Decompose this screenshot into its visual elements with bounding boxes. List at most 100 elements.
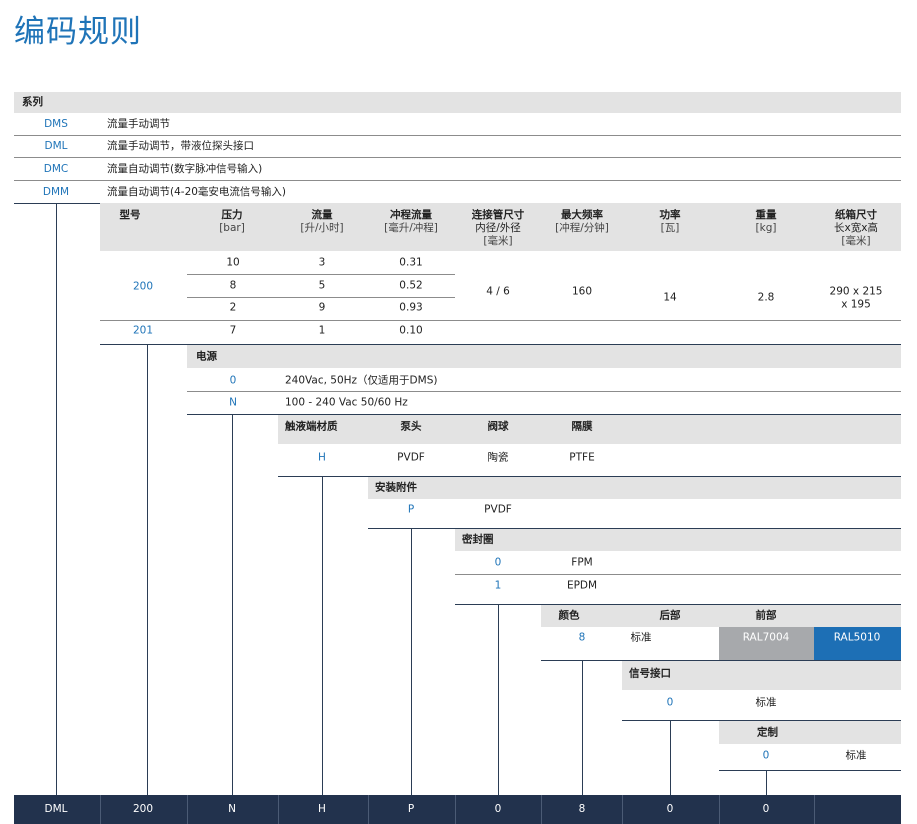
color-header-label: 颜色 bbox=[558, 609, 580, 622]
code-custom: 0 bbox=[762, 803, 770, 815]
seal-code: 0 bbox=[494, 556, 502, 569]
stroke-cell: 0.52 bbox=[399, 279, 423, 292]
flow-col-header: 流量 bbox=[311, 209, 333, 221]
stroke-col-header: 冲程流量 bbox=[390, 209, 432, 221]
connector-line bbox=[322, 476, 323, 795]
code-seal: 0 bbox=[494, 803, 502, 815]
flow-cell: 9 bbox=[318, 301, 326, 314]
pump-value: PVDF bbox=[397, 451, 425, 464]
signal-code: 0 bbox=[666, 696, 674, 709]
mounting-desc: PVDF bbox=[484, 503, 512, 516]
color-desc: 标准 bbox=[630, 631, 652, 644]
weight-col-header: 重量 bbox=[755, 209, 777, 221]
flow-col-unit: [升/小时] bbox=[300, 222, 344, 234]
weight-value: 2.8 bbox=[757, 291, 775, 304]
front-color-value: RAL5010 bbox=[833, 631, 881, 644]
carton-col-unit: [毫米] bbox=[841, 235, 871, 247]
code-power: N bbox=[228, 803, 236, 815]
pressure-col-header: 压力 bbox=[221, 209, 243, 221]
power-supply-header bbox=[187, 345, 901, 368]
connector-line bbox=[498, 604, 499, 795]
carton-col-sub: 长x宽x高 bbox=[834, 222, 878, 234]
code-signal: 0 bbox=[666, 803, 674, 815]
frequency-col-header: 最大频率 bbox=[561, 209, 603, 221]
pressure-cell: 2 bbox=[229, 301, 237, 314]
series-header bbox=[14, 92, 901, 113]
series-code: DMS bbox=[44, 118, 68, 130]
tube-size-value: 4 / 6 bbox=[486, 285, 510, 298]
power-desc: 100 - 240 Vac 50/60 Hz bbox=[285, 396, 408, 409]
model-col-header: 型号 bbox=[119, 209, 141, 221]
power-col-header: 功率 bbox=[659, 209, 681, 221]
seal-header-label: 密封圈 bbox=[462, 533, 494, 546]
custom-header bbox=[719, 721, 901, 744]
flow-cell: 3 bbox=[318, 256, 326, 269]
stroke-cell: 0.31 bbox=[399, 256, 423, 269]
ball-value: 陶瓷 bbox=[487, 451, 509, 464]
connector-line bbox=[232, 414, 233, 795]
connector-line bbox=[670, 720, 671, 795]
rear-col-header: 后部 bbox=[659, 609, 681, 622]
series-desc: 流量自动调节(4-20毫安电流信号输入) bbox=[107, 186, 287, 198]
carton-col-header: 纸箱尺寸 bbox=[835, 209, 877, 221]
power-desc: 240Vac, 50Hz（仅适用于DMS) bbox=[285, 374, 438, 387]
series-desc: 流量自动调节(数字脉冲信号输入) bbox=[107, 163, 263, 175]
front-col-header: 前部 bbox=[755, 609, 777, 622]
diaphragm-col-header: 隔膜 bbox=[571, 420, 593, 433]
code-color: 8 bbox=[578, 803, 586, 815]
tube-col-unit: [毫米] bbox=[483, 235, 513, 247]
seal-header bbox=[455, 529, 901, 551]
signal-desc: 标准 bbox=[755, 696, 777, 709]
tube-col-header: 连接管尺寸 bbox=[471, 209, 525, 221]
code-model: 200 bbox=[132, 803, 154, 815]
code-summary-bar: DML 200 N H P 0 8 0 0 bbox=[14, 795, 901, 824]
weight-col-unit: [kg] bbox=[755, 222, 777, 234]
frequency-col-unit: [冲程/分钟] bbox=[555, 222, 609, 234]
connector-line bbox=[411, 528, 412, 795]
seal-desc: FPM bbox=[571, 556, 593, 569]
signal-header-label: 信号接口 bbox=[629, 667, 671, 680]
custom-desc: 标准 bbox=[845, 749, 867, 762]
diaphragm-value: PTFE bbox=[569, 451, 595, 464]
pressure-cell: 10 bbox=[226, 256, 240, 269]
series-code: DML bbox=[44, 140, 68, 152]
code-series: DML bbox=[44, 803, 68, 815]
frequency-value: 160 bbox=[571, 285, 593, 298]
seal-desc: EPDM bbox=[566, 579, 598, 592]
mounting-code: P bbox=[407, 503, 415, 516]
series-desc: 流量手动调节 bbox=[107, 118, 170, 130]
ball-col-header: 阀球 bbox=[487, 420, 509, 433]
wetted-code: H bbox=[318, 451, 326, 464]
pressure-cell: 7 bbox=[229, 324, 237, 337]
tube-col-sub: 内径/外径 bbox=[475, 222, 521, 234]
custom-code: 0 bbox=[762, 749, 770, 762]
series-header-label: 系列 bbox=[22, 96, 43, 108]
series-desc: 流量手动调节，带液位探头接口 bbox=[107, 140, 254, 152]
code-mounting: P bbox=[407, 803, 415, 815]
wetted-header-label: 触液端材质 bbox=[285, 420, 338, 433]
seal-code: 1 bbox=[494, 579, 502, 592]
pressure-cell: 8 bbox=[229, 279, 237, 292]
carton-value-line2: x 195 bbox=[841, 298, 871, 311]
carton-value-line1: 290 x 215 bbox=[829, 285, 883, 298]
flow-cell: 1 bbox=[318, 324, 326, 337]
mounting-header bbox=[368, 477, 901, 499]
power-code: N bbox=[229, 396, 237, 409]
connector-line bbox=[582, 660, 583, 795]
power-code: 0 bbox=[229, 374, 237, 387]
mounting-header-label: 安装附件 bbox=[375, 481, 417, 494]
rear-color-value: RAL7004 bbox=[742, 631, 790, 644]
stroke-col-unit: [毫升/冲程] bbox=[384, 222, 438, 234]
stroke-cell: 0.10 bbox=[399, 324, 423, 337]
connector-line bbox=[56, 203, 57, 795]
power-col-unit: [瓦] bbox=[660, 222, 680, 234]
connector-line bbox=[766, 770, 767, 795]
pump-col-header: 泵头 bbox=[400, 420, 422, 433]
flow-cell: 5 bbox=[318, 279, 326, 292]
series-code: DMC bbox=[43, 163, 69, 175]
series-code: DMM bbox=[42, 186, 70, 198]
color-code: 8 bbox=[578, 631, 586, 644]
power-supply-header-label: 电源 bbox=[196, 350, 217, 363]
stroke-cell: 0.93 bbox=[399, 301, 423, 314]
custom-header-label: 定制 bbox=[757, 726, 778, 739]
